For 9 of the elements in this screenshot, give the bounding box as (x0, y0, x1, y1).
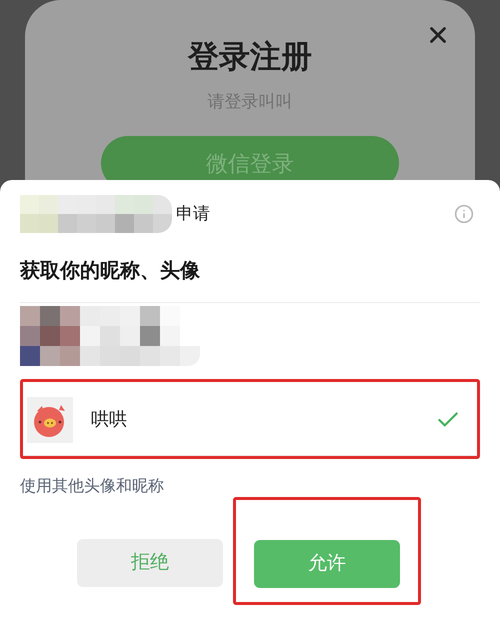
allow-button[interactable]: 允许 (254, 540, 400, 588)
nickname: 哄哄 (91, 408, 127, 431)
request-label: 申请 (176, 203, 210, 226)
dialog-title: 登录注册 (188, 38, 312, 76)
permission-text: 获取你的昵称、头像 (20, 259, 201, 284)
other-profile-link[interactable]: 使用其他头像和昵称 (20, 475, 164, 499)
reject-button[interactable]: 拒绝 (77, 539, 223, 587)
profile-option[interactable]: 哄哄 (20, 379, 480, 459)
avatar-icon (27, 396, 73, 442)
